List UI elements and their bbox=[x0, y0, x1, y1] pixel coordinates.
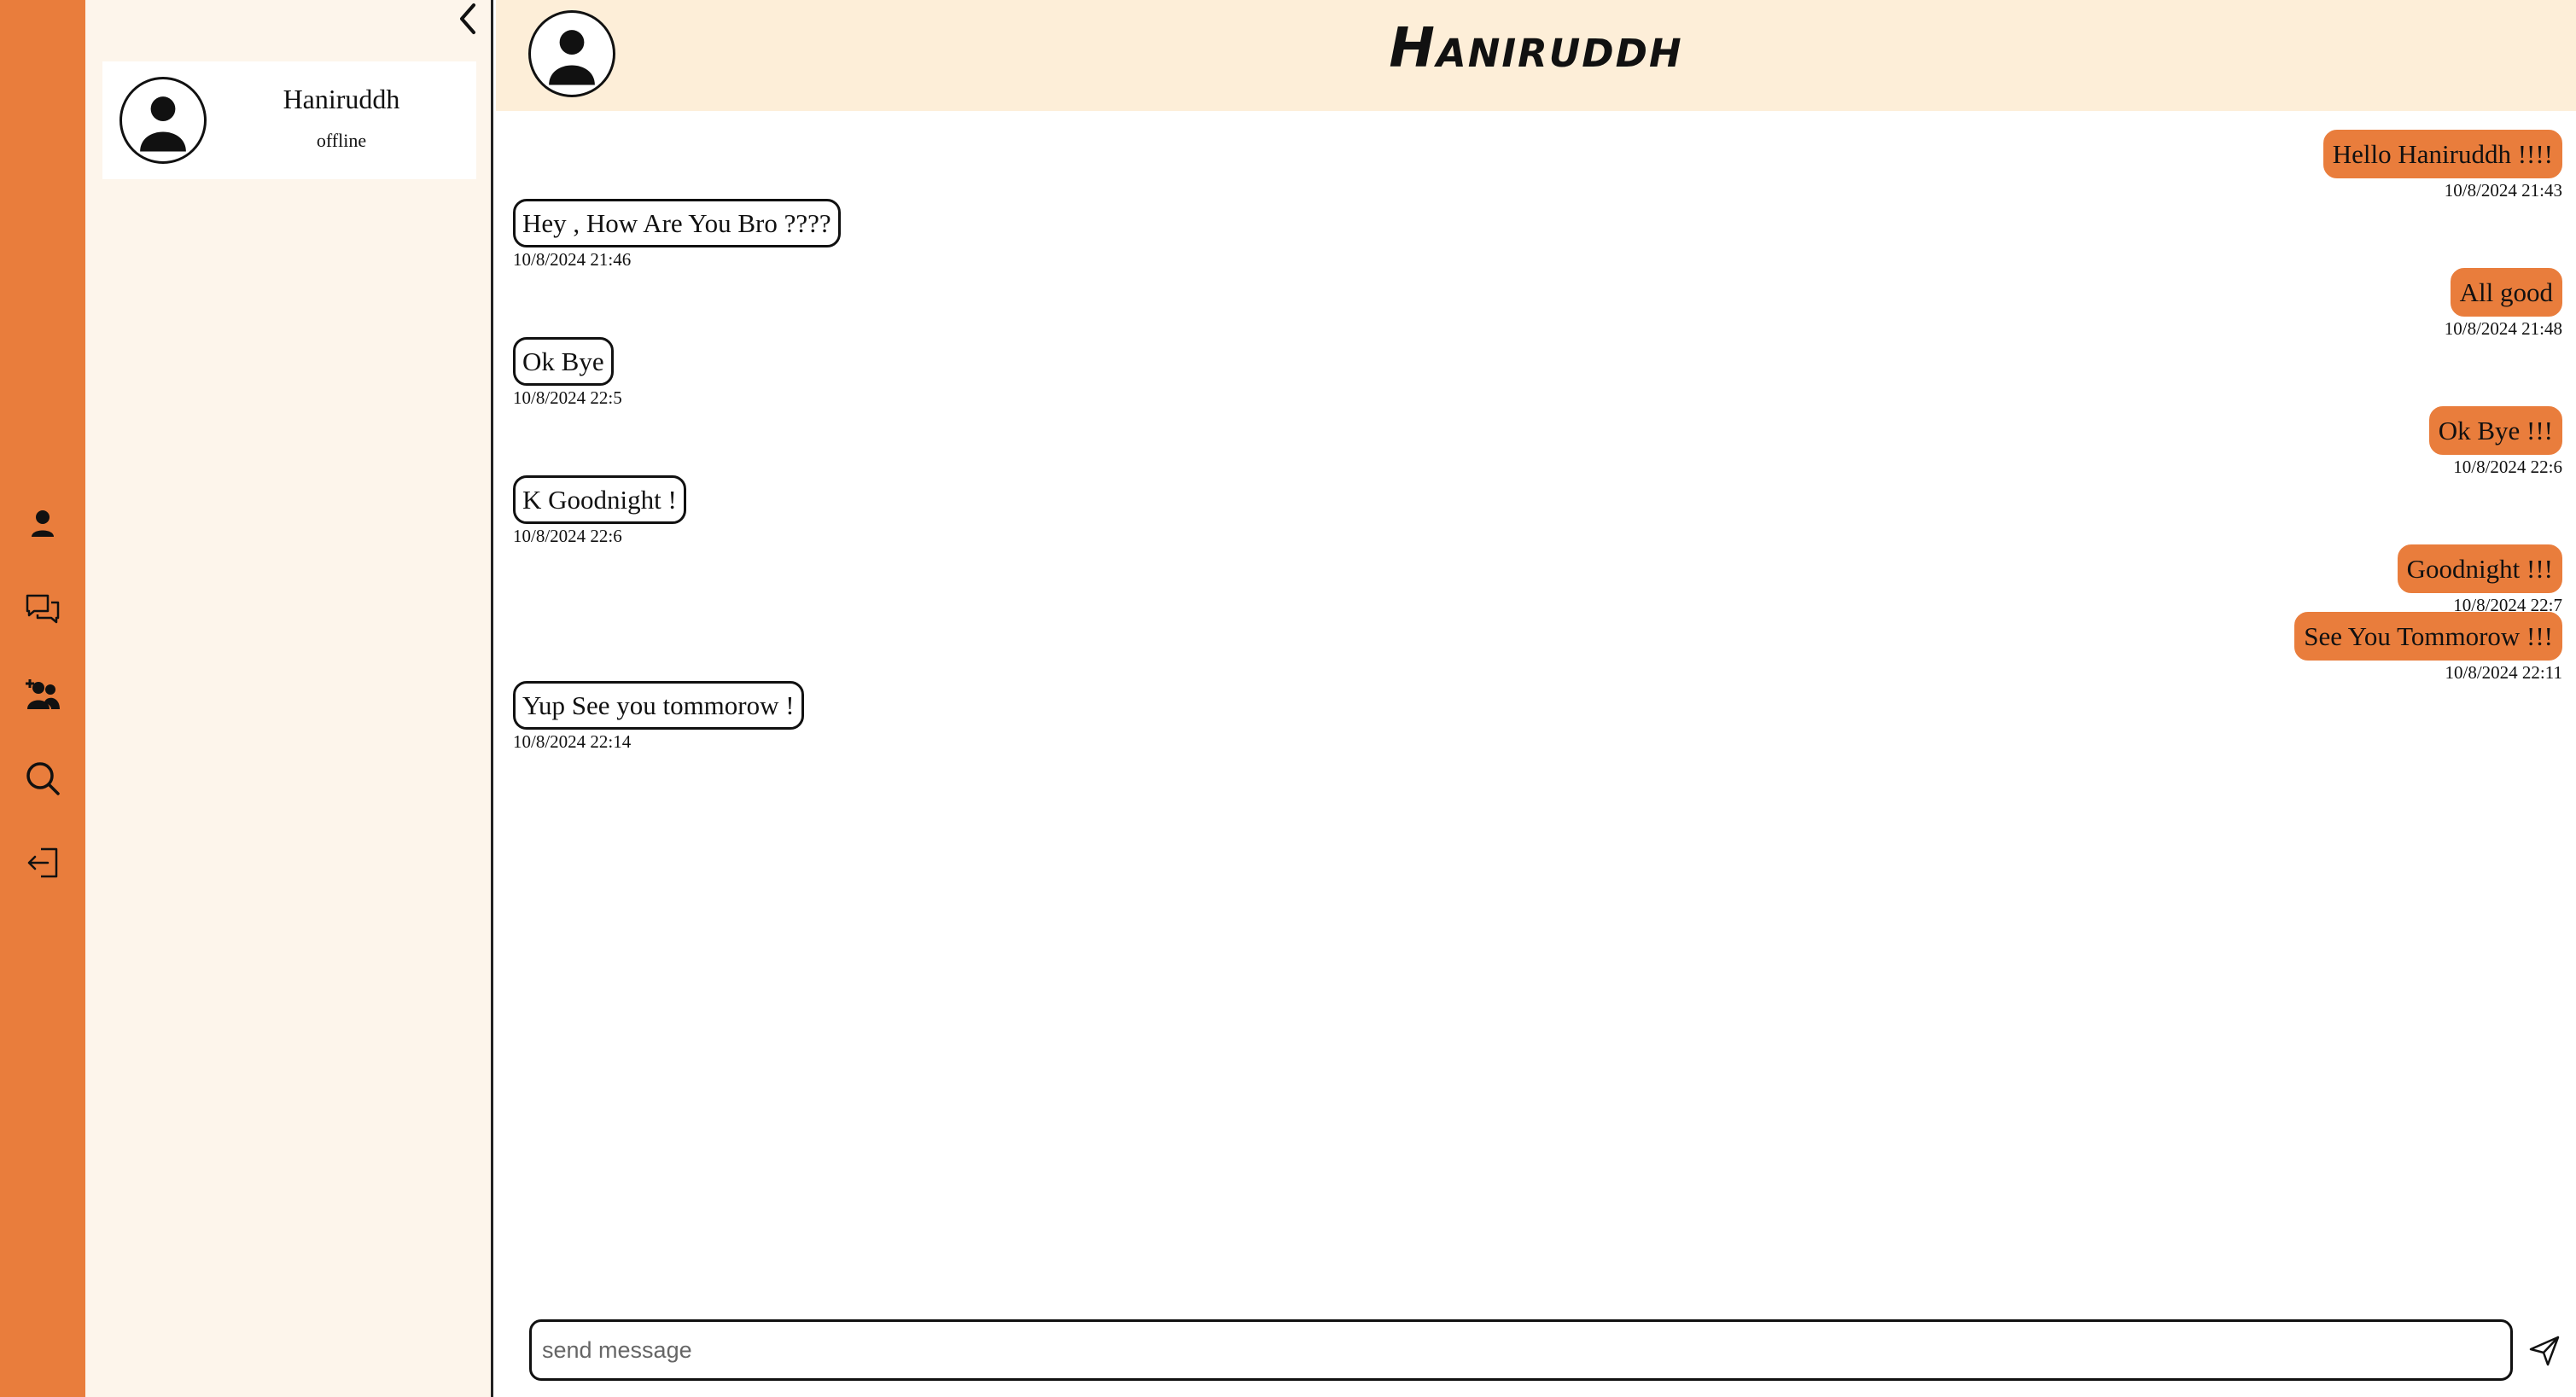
message-bubble[interactable]: Ok Bye bbox=[513, 337, 614, 387]
person-icon bbox=[140, 96, 186, 152]
chat-header: Haniruddh bbox=[496, 0, 2576, 111]
message-outgoing: See You Tommorow !!! 10/8/2024 22:11 bbox=[2294, 612, 2562, 684]
message-timestamp: 10/8/2024 22:6 bbox=[513, 526, 622, 547]
message-timestamp: 10/8/2024 22:14 bbox=[513, 731, 632, 753]
message-bubble[interactable]: Goodnight !!! bbox=[2397, 544, 2562, 594]
search-icon bbox=[26, 762, 60, 795]
message-input[interactable] bbox=[529, 1319, 2513, 1381]
message-incoming: K Goodnight ! 10/8/2024 22:6 bbox=[513, 475, 686, 547]
send-icon bbox=[2529, 1336, 2560, 1366]
message-timestamp: 10/8/2024 22:11 bbox=[2445, 662, 2562, 684]
message-outgoing: Hello Haniruddh !!!! 10/8/2024 21:43 bbox=[2322, 130, 2562, 201]
search-button[interactable] bbox=[19, 754, 67, 802]
message-timestamp: 10/8/2024 21:43 bbox=[2444, 180, 2562, 201]
message-timestamp: 10/8/2024 21:46 bbox=[513, 249, 632, 271]
avatar bbox=[119, 77, 207, 164]
logout-icon bbox=[27, 847, 58, 878]
person-icon bbox=[32, 510, 54, 537]
message-bubble[interactable]: Yup See you tommorow ! bbox=[513, 681, 804, 731]
contact-item[interactable]: Haniruddh offline bbox=[102, 61, 476, 179]
message-bubble[interactable]: Hey , How Are You Bro ???? bbox=[513, 199, 841, 248]
contact-status: offline bbox=[316, 130, 367, 151]
add-friend-icon bbox=[26, 679, 60, 709]
send-button[interactable] bbox=[2523, 1330, 2566, 1372]
profile-icon[interactable] bbox=[19, 501, 67, 549]
contact-name: Haniruddh bbox=[283, 84, 400, 114]
message-bubble[interactable]: See You Tommorow !!! bbox=[2294, 612, 2562, 661]
message-timestamp: 10/8/2024 22:5 bbox=[513, 387, 622, 409]
chat-title: Haniruddh bbox=[1389, 17, 1683, 80]
message-incoming: Yup See you tommorow ! 10/8/2024 22:14 bbox=[513, 681, 804, 753]
message-incoming: Ok Bye 10/8/2024 22:5 bbox=[513, 337, 622, 409]
nav-rail bbox=[0, 0, 85, 1397]
message-list: Hello Haniruddh !!!! 10/8/2024 21:43 Hey… bbox=[496, 111, 2576, 1314]
message-bubble[interactable]: Ok Bye !!! bbox=[2428, 406, 2562, 456]
logout-button[interactable] bbox=[19, 839, 67, 887]
message-timestamp: 10/8/2024 21:48 bbox=[2444, 318, 2562, 340]
message-outgoing: Goodnight !!! 10/8/2024 22:7 bbox=[2397, 544, 2562, 616]
contacts-sidebar: Haniruddh offline bbox=[85, 0, 493, 1397]
chats-icon[interactable] bbox=[19, 585, 67, 633]
message-bubble[interactable]: All good bbox=[2450, 268, 2562, 317]
add-friend-button[interactable] bbox=[19, 670, 67, 718]
message-outgoing: All good 10/8/2024 21:48 bbox=[2445, 268, 2562, 340]
collapse-sidebar-button[interactable] bbox=[449, 0, 487, 38]
message-incoming: Hey , How Are You Bro ???? 10/8/2024 21:… bbox=[513, 199, 841, 271]
message-outgoing: Ok Bye !!! 10/8/2024 22:6 bbox=[2428, 406, 2562, 478]
chevron-left-icon bbox=[460, 3, 475, 34]
chat-icon bbox=[26, 594, 60, 624]
message-timestamp: 10/8/2024 22:6 bbox=[2453, 457, 2562, 478]
message-bubble[interactable]: K Goodnight ! bbox=[513, 475, 686, 525]
message-bubble[interactable]: Hello Haniruddh !!!! bbox=[2322, 130, 2562, 179]
